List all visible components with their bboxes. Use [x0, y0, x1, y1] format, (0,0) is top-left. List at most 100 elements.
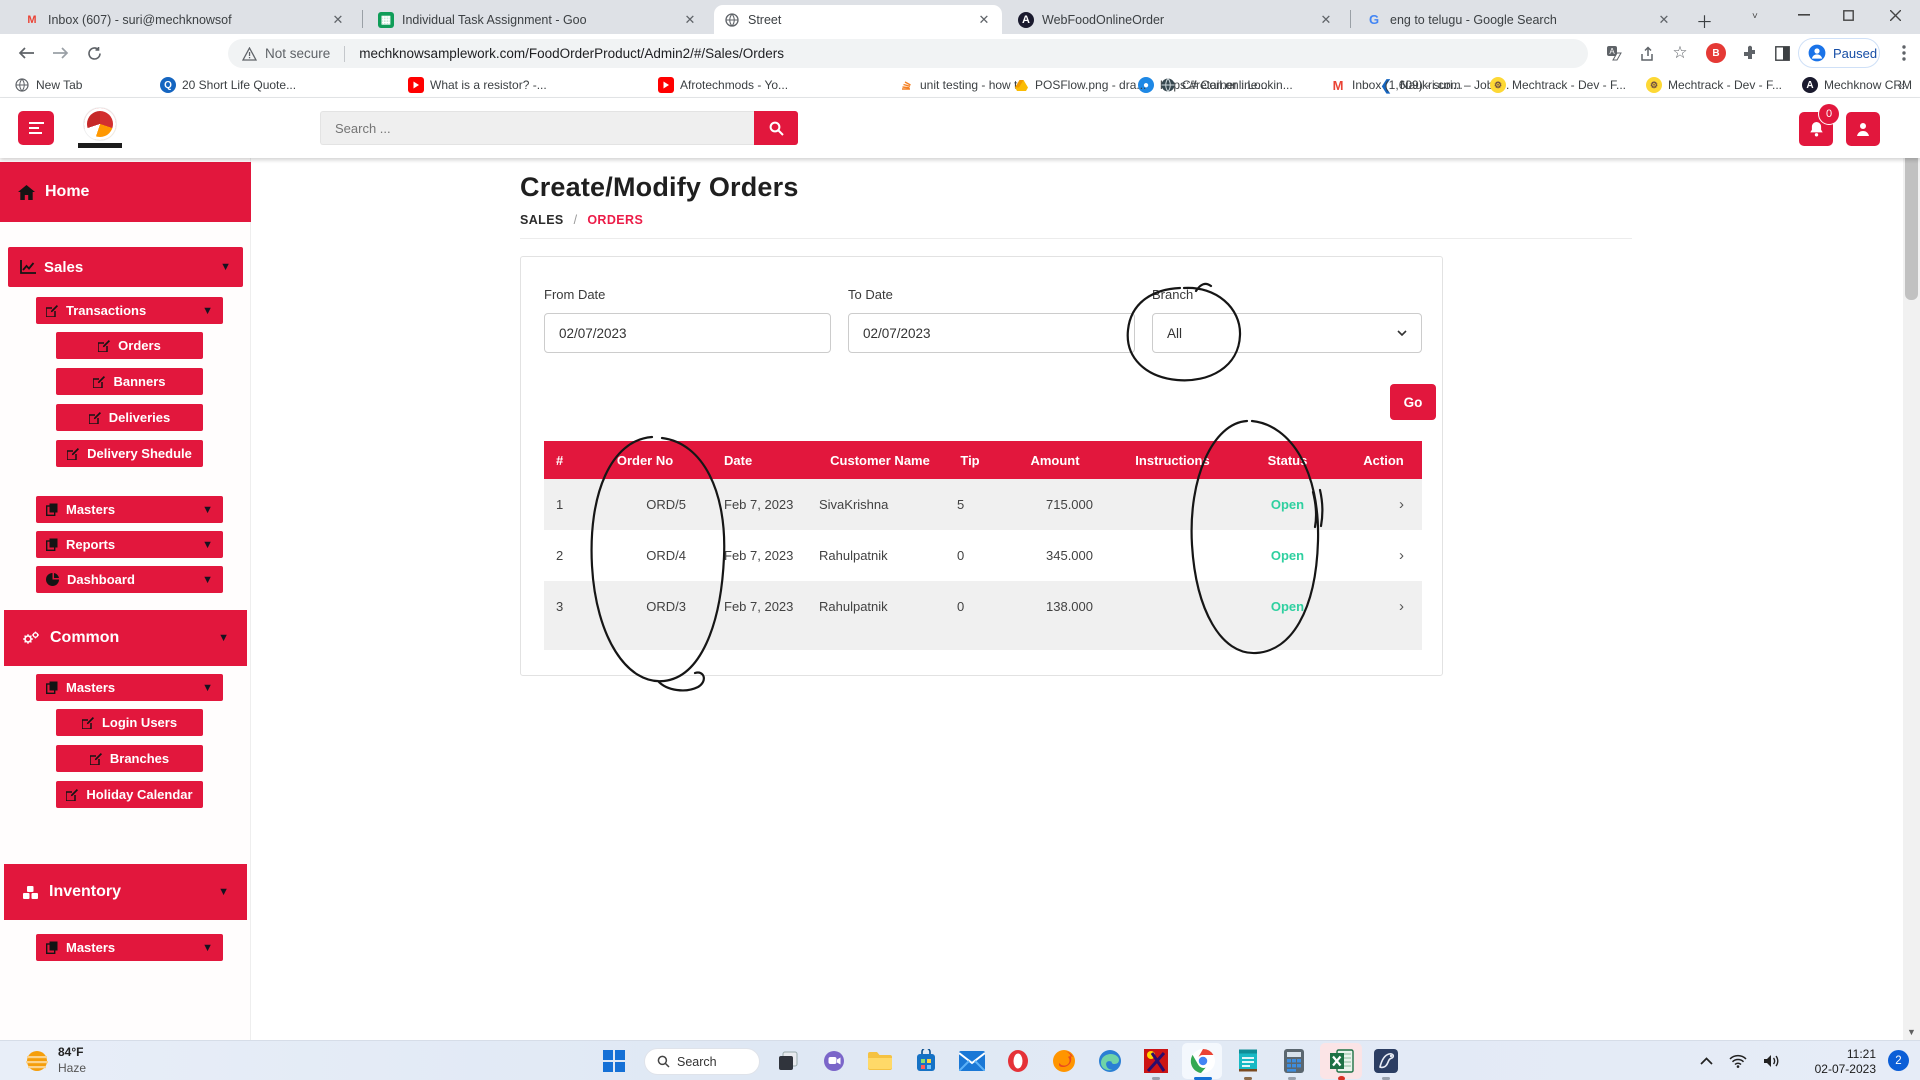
extension-badge-icon[interactable]: B: [1702, 39, 1730, 67]
calculator-icon[interactable]: [1280, 1047, 1308, 1075]
col-header-action[interactable]: Action: [1345, 441, 1422, 479]
sidebar-item-inventory[interactable]: Inventory ▼: [4, 864, 247, 920]
breadcrumb-sales[interactable]: SALES: [520, 213, 564, 227]
tab-close-icon[interactable]: ✕: [976, 12, 992, 28]
edge-icon[interactable]: [1096, 1047, 1124, 1075]
start-button[interactable]: [600, 1047, 628, 1075]
teams-chat-icon[interactable]: [820, 1047, 848, 1075]
file-explorer-icon[interactable]: [866, 1047, 894, 1075]
col-header-num[interactable]: #: [544, 441, 580, 479]
sidebar-item-home[interactable]: Home: [0, 162, 251, 222]
chrome-icon[interactable]: [1189, 1047, 1217, 1075]
wifi-icon[interactable]: [1729, 1054, 1747, 1068]
tab-google-search[interactable]: G eng to telugu - Google Search ✕: [1356, 5, 1682, 34]
share-icon[interactable]: [1634, 39, 1662, 67]
mail-icon[interactable]: [958, 1047, 986, 1075]
bookmarks-overflow-chevron[interactable]: »: [1898, 75, 1905, 95]
sidebar-item-masters-sales[interactable]: Masters ▼: [36, 496, 223, 523]
tab-webfoodonlineorder[interactable]: A WebFoodOnlineOrder ✕: [1008, 5, 1344, 34]
window-minimize-button[interactable]: [1798, 14, 1810, 16]
col-header-customer[interactable]: Customer Name: [815, 441, 945, 479]
sidebar-item-sales[interactable]: Sales ▼: [8, 247, 243, 287]
tab-close-icon[interactable]: ✕: [330, 12, 346, 28]
reload-icon[interactable]: [80, 39, 108, 67]
task-view-icon[interactable]: [774, 1047, 802, 1075]
browser-menu-kebab-icon[interactable]: [1890, 39, 1918, 67]
side-panel-icon[interactable]: [1768, 39, 1796, 67]
microsoft-store-icon[interactable]: [912, 1047, 940, 1075]
tray-chevron-up-icon[interactable]: [1700, 1057, 1713, 1065]
branch-select[interactable]: All: [1152, 313, 1422, 353]
bookmark-inbox-1609[interactable]: MInbox (1,609) - suri...: [1330, 75, 1463, 95]
col-header-status[interactable]: Status: [1230, 441, 1345, 479]
chrome-active-slot[interactable]: [1182, 1043, 1222, 1079]
bookmark-mechknow-crm[interactable]: AMechknow CRM: [1802, 75, 1912, 95]
from-date-input[interactable]: [544, 313, 831, 353]
firefox-icon[interactable]: [1050, 1047, 1078, 1075]
address-bar[interactable]: Not secure mechknowsamplework.com/FoodOr…: [228, 39, 1588, 68]
sidebar-item-masters-inventory[interactable]: Masters ▼: [36, 934, 223, 961]
forward-icon[interactable]: [46, 39, 74, 67]
tab-sheets[interactable]: ▦ Individual Task Assignment - Goo ✕: [368, 5, 708, 34]
app-logo[interactable]: [84, 108, 122, 148]
extensions-puzzle-icon[interactable]: [1736, 39, 1764, 67]
tab-gmail[interactable]: M Inbox (607) - suri@mechknowsof ✕: [14, 5, 356, 34]
page-scrollbar[interactable]: ▲ ▼: [1903, 98, 1920, 1040]
col-header-order-no[interactable]: Order No: [580, 441, 710, 479]
row-expand-chevron-icon[interactable]: ›: [1345, 479, 1422, 530]
scroll-down-icon[interactable]: ▼: [1903, 1024, 1920, 1040]
tab-search-chevron-icon[interactable]: ˅: [1752, 11, 1758, 22]
bookmark-posflow[interactable]: POSFlow.png - dra...: [1013, 75, 1146, 95]
back-icon[interactable]: [12, 39, 40, 67]
profile-button[interactable]: [1846, 112, 1880, 146]
col-header-tip[interactable]: Tip: [945, 441, 995, 479]
profile-paused-button[interactable]: Paused: [1798, 38, 1880, 68]
tab-street-active[interactable]: Street ✕: [714, 5, 1002, 34]
sidebar-item-holiday-calendar[interactable]: Holiday Calendar: [56, 781, 203, 808]
sidebar-item-orders[interactable]: Orders: [56, 332, 203, 359]
sidebar-item-dashboard[interactable]: Dashboard ▼: [36, 566, 223, 593]
cell-status[interactable]: Open: [1230, 479, 1345, 530]
col-header-amount[interactable]: Amount: [995, 441, 1115, 479]
bookmark-mechtrack-2[interactable]: ⚙Mechtrack - Dev - F...: [1646, 75, 1782, 95]
tab-close-icon[interactable]: ✕: [1318, 12, 1334, 28]
xming-icon[interactable]: [1142, 1047, 1170, 1075]
go-button[interactable]: Go: [1390, 384, 1436, 420]
sidebar-item-delivery-shedule[interactable]: Delivery Shedule: [56, 440, 203, 467]
excel-icon[interactable]: [1328, 1047, 1356, 1075]
col-header-instructions[interactable]: Instructions: [1115, 441, 1230, 479]
sidebar-item-transactions[interactable]: Transactions ▼: [36, 297, 223, 324]
window-maximize-button[interactable]: [1843, 10, 1854, 21]
bookmark-csharp-corner[interactable]: C# Corner : Lookin...: [1160, 75, 1293, 95]
sidebar-item-banners[interactable]: Banners: [56, 368, 203, 395]
tab-close-icon[interactable]: ✕: [682, 12, 698, 28]
tab-close-icon[interactable]: ✕: [1656, 12, 1672, 28]
to-date-input[interactable]: [848, 313, 1135, 353]
bookmark-mechtrack-1[interactable]: ⚙Mechtrack - Dev - F...: [1490, 75, 1626, 95]
sidebar-item-common[interactable]: Common ▼: [4, 610, 247, 666]
app-search-input[interactable]: [320, 111, 754, 145]
new-tab-button[interactable]: ＋: [1696, 8, 1713, 33]
weather-widget[interactable]: 84°FHaze: [24, 1045, 86, 1076]
notification-center-badge[interactable]: 2: [1888, 1050, 1909, 1071]
cell-status[interactable]: Open: [1230, 581, 1345, 632]
sidebar-item-masters-common[interactable]: Masters ▼: [36, 674, 223, 701]
sidebar-toggle-button[interactable]: [18, 111, 54, 145]
pgadmin-icon[interactable]: [1372, 1047, 1400, 1075]
col-header-date[interactable]: Date: [710, 441, 815, 479]
row-expand-chevron-icon[interactable]: ›: [1345, 581, 1422, 632]
app-search-button[interactable]: [754, 111, 798, 145]
sidebar-item-reports[interactable]: Reports ▼: [36, 531, 223, 558]
taskbar-clock[interactable]: 11:21 02-07-2023: [1798, 1047, 1876, 1077]
excel-active-slot[interactable]: [1320, 1043, 1362, 1079]
taskbar-search[interactable]: Search: [644, 1048, 760, 1075]
sidebar-item-branches[interactable]: Branches: [56, 745, 203, 772]
translate-icon[interactable]: A: [1600, 39, 1628, 67]
notepad-icon[interactable]: [1234, 1047, 1262, 1075]
cell-status[interactable]: Open: [1230, 530, 1345, 581]
row-expand-chevron-icon[interactable]: ›: [1345, 530, 1422, 581]
opera-icon[interactable]: [1004, 1047, 1032, 1075]
sidebar-item-deliveries[interactable]: Deliveries: [56, 404, 203, 431]
window-close-button[interactable]: [1890, 10, 1901, 21]
volume-icon[interactable]: [1763, 1054, 1780, 1068]
